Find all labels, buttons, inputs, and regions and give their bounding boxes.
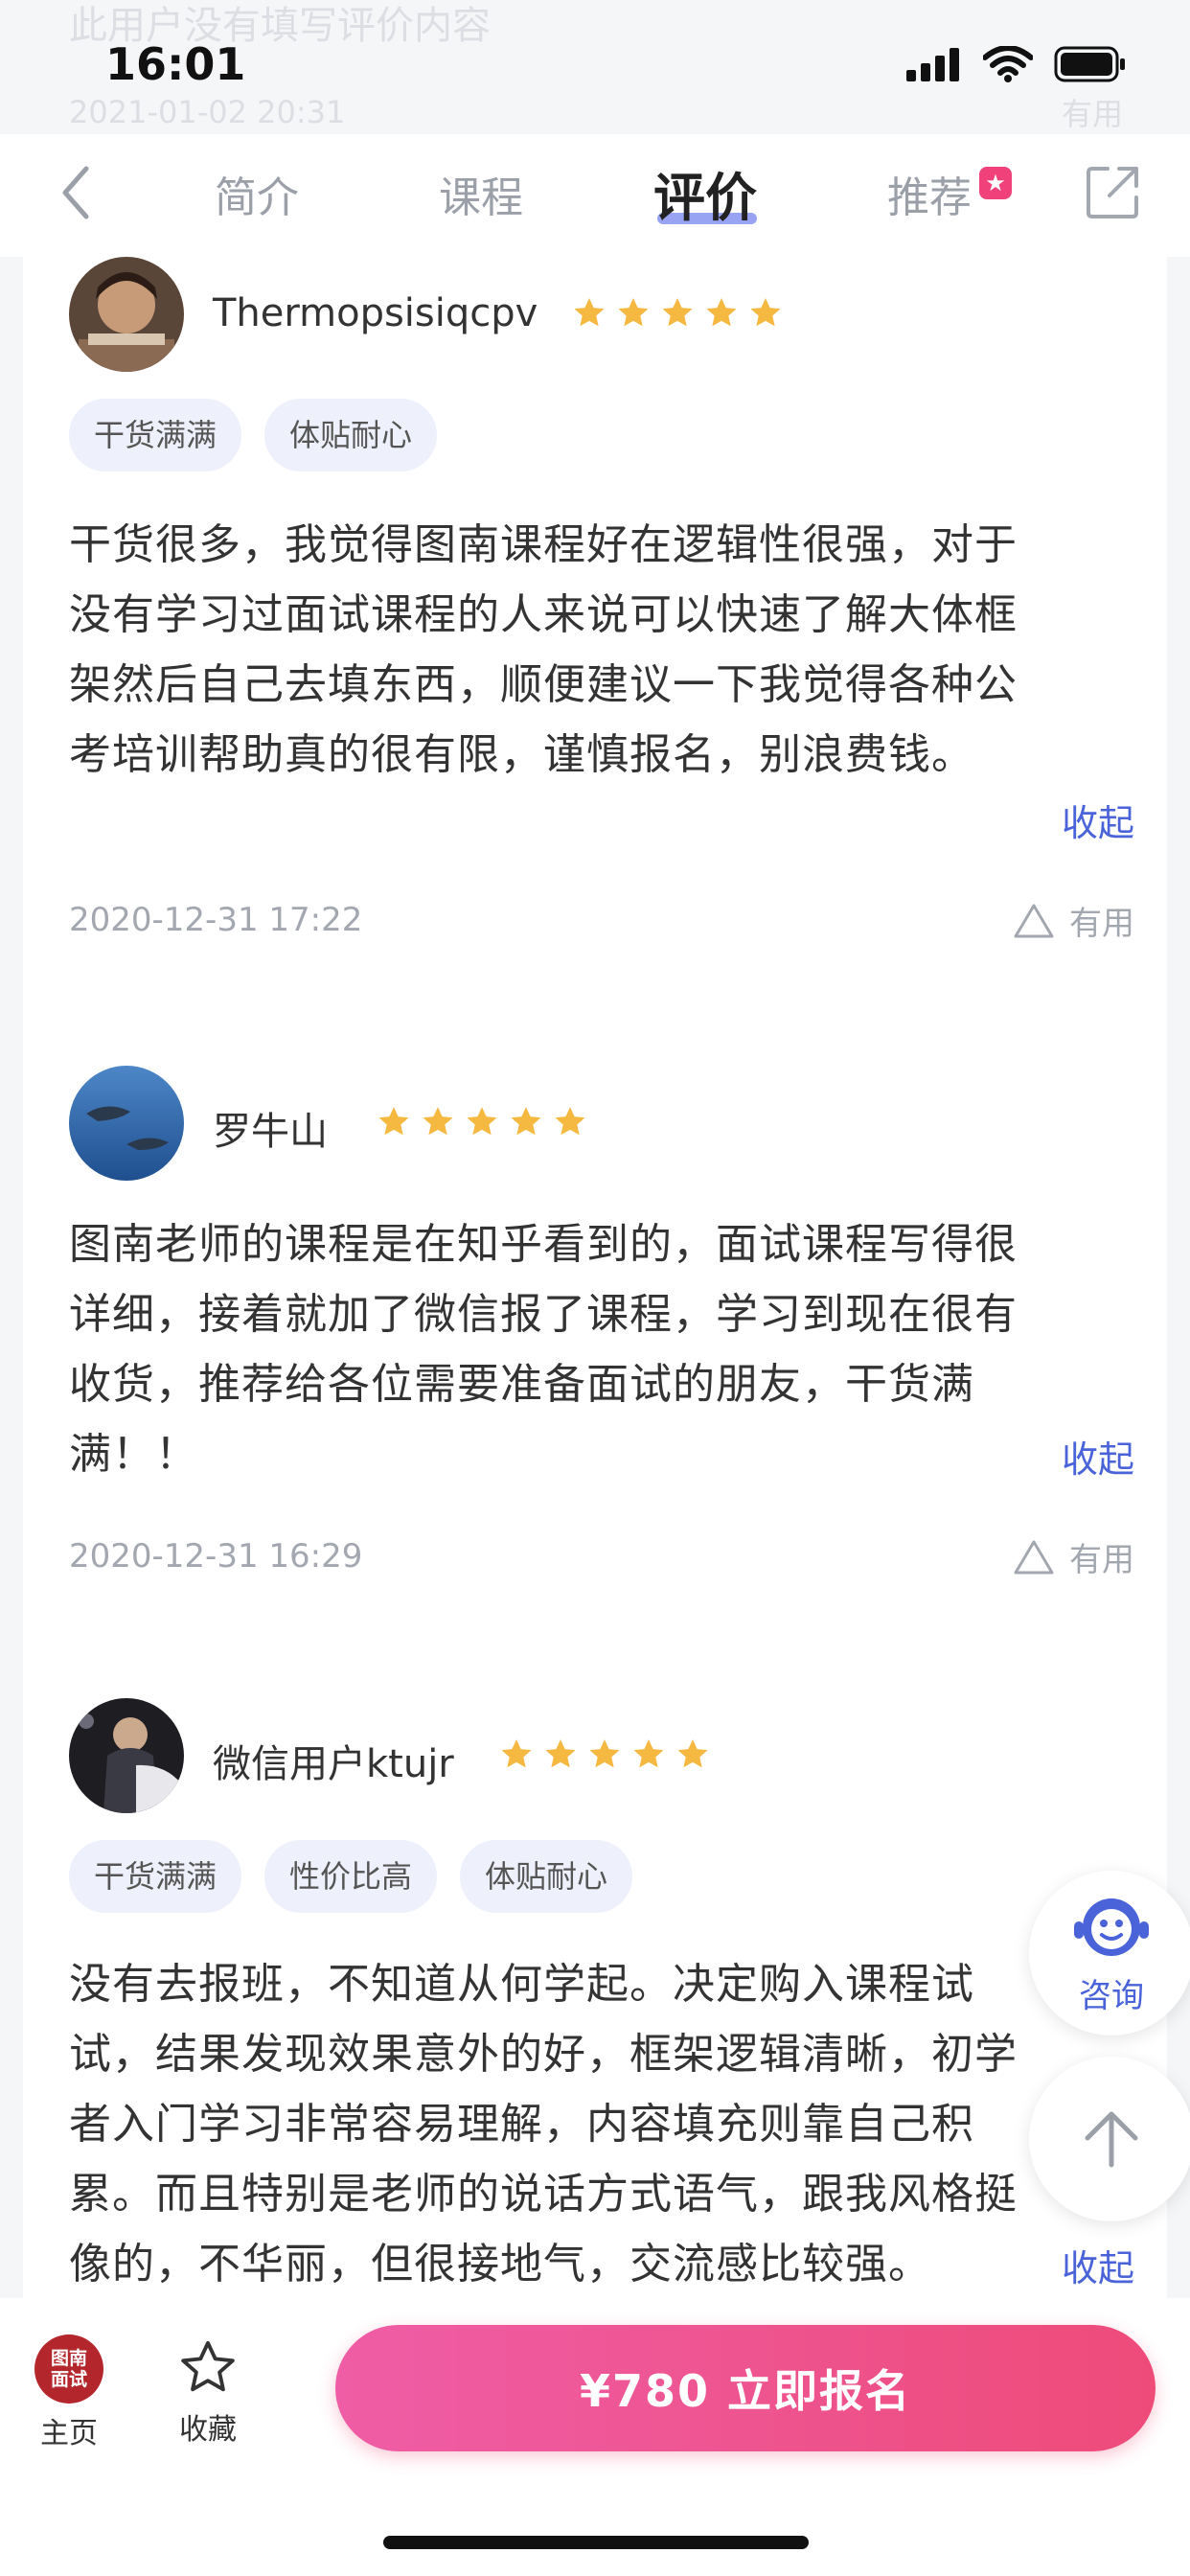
reviews-list: Thermopsisiqcpv 干货满满 体贴耐心 干货很多，我觉得图南课程好在…	[23, 257, 1167, 2298]
review-text-line: 详细，接着就加了微信报了课程，学习到现在很有	[69, 1290, 1018, 1339]
review-text-line: 架然后自己去填东西，顺便建议一下我觉得各种公	[69, 660, 1018, 709]
status-icons	[906, 46, 1127, 82]
review-text: 干货很多，我觉得图南课程好在逻辑性很强，对于 没有学习过面试课程的人来说可以快速…	[69, 510, 1133, 790]
tab-intro[interactable]: 简介	[215, 163, 299, 224]
favorite-label: 收藏	[179, 2413, 237, 2447]
back-to-top-button[interactable]	[1029, 2057, 1190, 2221]
star-icon	[423, 1107, 453, 1136]
review-text-line: 累。而且特别是老师的说话方式语气，跟我风格挺	[69, 2170, 1018, 2219]
star-icon	[501, 1739, 532, 1768]
review-tag: 干货满满	[69, 1840, 242, 1913]
share-icon[interactable]	[1085, 163, 1142, 220]
star-icon	[589, 1739, 620, 1768]
review-text-line: 像的，不华丽，但很接地气，交流感比较强。	[69, 2240, 931, 2288]
customer-service-icon	[1074, 1898, 1149, 1956]
avatar[interactable]	[69, 1698, 184, 1813]
review-text-line: 干货很多，我觉得图南课程好在逻辑性很强，对于	[69, 520, 1018, 569]
avatar[interactable]	[69, 1066, 184, 1181]
star-outline-icon	[181, 2340, 235, 2392]
review-text-line: 没有学习过面试课程的人来说可以快速了解大体框	[69, 590, 1018, 639]
recommend-badge-icon: ★	[979, 167, 1012, 199]
tab-reviews[interactable]: 评价	[653, 155, 757, 231]
bottom-action-bar: 图南 面试 主页 收藏 ¥780 立即报名	[0, 2298, 1190, 2576]
arrow-up-icon	[1085, 2111, 1138, 2168]
tab-recommend[interactable]: 推荐	[887, 163, 972, 224]
star-icon	[633, 1739, 664, 1768]
review-date: 2020-12-31 17:22	[69, 901, 363, 939]
star-icon	[545, 1739, 576, 1768]
rating-stars	[571, 295, 784, 332]
status-time: 16:01	[105, 38, 246, 90]
review-tags: 干货满满 性价比高 体贴耐心	[69, 1840, 633, 1913]
review-username: 微信用户ktujr	[213, 1742, 454, 1786]
review-tag: 干货满满	[69, 399, 242, 472]
review-text: 没有去报班，不知道从何学起。决定购入课程试 试，结果发现效果意外的好，框架逻辑清…	[69, 1949, 1133, 2298]
tab-courses[interactable]: 课程	[439, 163, 523, 224]
cellular-signal-icon	[906, 48, 959, 81]
rating-stars	[498, 1736, 711, 1773]
collapse-link[interactable]: 收起	[1051, 2239, 1134, 2291]
useful-triangle-icon	[1014, 904, 1054, 937]
review-text-line: 试，结果发现效果意外的好，框架逻辑清晰，初学	[69, 2030, 1018, 2079]
useful-label: 有用	[1069, 1541, 1134, 1579]
review-text-line: 者入门学习非常容易理解，内容填充则靠自己积	[69, 2100, 974, 2149]
back-icon[interactable]	[48, 159, 105, 226]
battery-icon	[1054, 46, 1125, 82]
wifi-icon	[983, 46, 1033, 82]
star-icon	[378, 1107, 409, 1136]
star-icon	[511, 1107, 541, 1136]
review-text-line: 考培训帮助真的很有限，谨慎报名，别浪费钱。	[69, 730, 974, 779]
review-date: 2020-12-31 16:29	[69, 1537, 363, 1576]
review-text-line: 收货，推荐给各位需要准备面试的朋友，干货满	[69, 1360, 974, 1409]
review-text-line: 图南老师的课程是在知乎看到的，面试课程写得很	[69, 1220, 1018, 1269]
top-navbar: 简介 课程 评价 推荐 ★	[0, 134, 1190, 257]
useful-triangle-icon	[1014, 1540, 1054, 1574]
star-icon	[750, 298, 781, 327]
review-text: 图南老师的课程是在知乎看到的，面试课程写得很 详细，接着就加了微信报了课程，学习…	[69, 1209, 1133, 1489]
home-label: 主页	[40, 2417, 98, 2450]
collapse-link[interactable]: 收起	[1062, 794, 1134, 846]
enroll-now-button[interactable]: ¥780 立即报名	[335, 2325, 1156, 2451]
review-tags: 干货满满 体贴耐心	[69, 399, 438, 472]
star-icon	[555, 1107, 585, 1136]
star-icon	[677, 1739, 708, 1768]
consult-label: 咨询	[1079, 1976, 1144, 2015]
favorite-button[interactable]: 收藏	[176, 2336, 240, 2448]
useful-label: 有用	[1069, 905, 1134, 943]
review-tag: 性价比高	[264, 1840, 438, 1913]
rating-stars	[376, 1104, 588, 1140]
star-icon	[706, 298, 737, 327]
review-username: Thermopsisiqcpv	[213, 291, 538, 335]
brand-logo-line1: 图南	[50, 2348, 87, 2369]
star-icon	[574, 298, 605, 327]
review-username: 罗牛山	[213, 1110, 328, 1154]
review-text-line: 没有去报班，不知道从何学起。决定购入课程试	[69, 1960, 974, 2009]
review-tag: 体贴耐心	[460, 1840, 633, 1913]
star-icon	[618, 298, 649, 327]
useful-button[interactable]: 有用	[1012, 897, 1134, 944]
consult-button[interactable]: 咨询	[1029, 1871, 1190, 2036]
home-indicator	[383, 2536, 809, 2549]
avatar[interactable]	[69, 257, 184, 372]
star-icon	[662, 298, 693, 327]
brand-logo-line2: 面试	[50, 2369, 87, 2390]
home-button[interactable]: 图南 面试 主页	[34, 2334, 103, 2451]
collapse-link[interactable]: 收起	[1062, 1430, 1134, 1483]
brand-logo: 图南 面试	[34, 2334, 103, 2404]
review-text-line: 满！！	[69, 1430, 198, 1479]
review-tag: 体贴耐心	[264, 399, 438, 472]
star-icon	[467, 1107, 497, 1136]
useful-button[interactable]: 有用	[1012, 1533, 1134, 1580]
status-bar: 16:01	[0, 0, 1190, 134]
